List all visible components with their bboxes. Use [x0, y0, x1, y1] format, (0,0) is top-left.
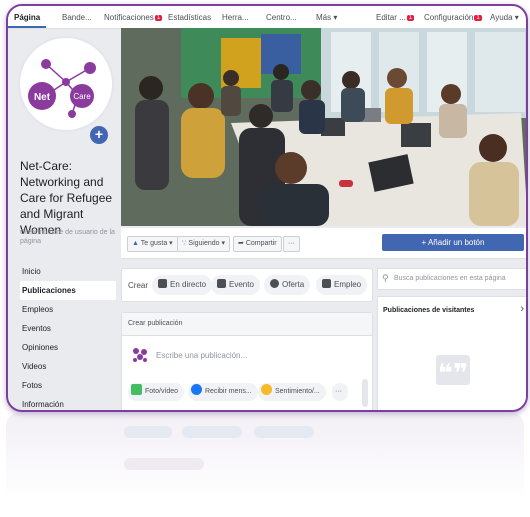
photo-icon [131, 384, 142, 395]
sidebar-item-opiniones[interactable]: Opiniones [20, 338, 116, 357]
facebook-page-window: Página Bande... Notificaciones 1 Estadíst… [6, 4, 528, 412]
job-button[interactable]: Empleo [316, 275, 368, 295]
search-icon: ⚲ [382, 273, 389, 283]
search-placeholder: Busca publicaciones en esta página [394, 275, 506, 282]
sidebar-item-inicio[interactable]: Inicio [20, 262, 116, 281]
visitor-posts-card[interactable]: Publicaciones de visitantes › ❝❞ [377, 296, 526, 410]
edit-badge: 1 [406, 15, 415, 21]
reflection-shape [124, 458, 204, 470]
share-button[interactable]: ➦ Compartir [233, 236, 282, 252]
messenger-icon [191, 384, 202, 395]
page-action-bar: ▲ Te gusta ▾ ∵ Siguiendo ▾ ➦ Compartir ·… [121, 228, 526, 259]
window-reflection [6, 412, 524, 512]
page-post-search[interactable]: ⚲ Busca publicaciones en esta página [377, 268, 526, 290]
share-label: Compartir [245, 240, 277, 247]
offer-button[interactable]: Oferta [264, 275, 311, 295]
create-post-title: Crear publicación [128, 320, 183, 327]
post-more-options-button[interactable]: ··· [332, 383, 348, 401]
reflection-shape [254, 426, 314, 438]
rss-icon: ∵ [182, 240, 187, 247]
get-messages-button[interactable]: Recibir mens... [188, 383, 258, 401]
settings-label: Configuración [424, 13, 474, 22]
settings-badge: 1 [474, 15, 482, 21]
plus-icon[interactable]: + [90, 126, 108, 144]
settings-link[interactable]: Configuración 1 [424, 13, 482, 22]
active-tab-indicator [8, 26, 46, 28]
edit-page-link[interactable]: Editar ... 1 [376, 13, 415, 22]
net-care-logo: Net Care [28, 59, 96, 118]
edit-page-label: Editar ... [376, 13, 406, 22]
page-admin-tabbar: Página Bande... Notificaciones 1 Estadíst… [8, 6, 526, 29]
create-post-header: Crear publicación [122, 313, 372, 336]
logo-net-text: Net [34, 92, 51, 103]
sidebar-item-empleos[interactable]: Empleos [20, 300, 116, 319]
video-camera-icon [158, 279, 167, 288]
photo-video-button[interactable]: Foto/vídeo [128, 383, 185, 401]
notification-badge: 1 [154, 15, 163, 21]
briefcase-icon [322, 279, 331, 288]
job-label: Empleo [334, 280, 362, 289]
feeling-button[interactable]: Sentimiento/... [258, 383, 326, 401]
sidebar-item-fotos[interactable]: Fotos [20, 376, 116, 395]
create-username-link[interactable]: Crear nombre de usuario de la página [20, 228, 116, 246]
cover-photo[interactable] [121, 28, 526, 226]
share-arrow-icon: ➦ [238, 240, 244, 247]
visitor-posts-title: Publicaciones de visitantes [383, 307, 475, 314]
sidebar-item-eventos[interactable]: Eventos [20, 319, 116, 338]
tab-notificaciones[interactable]: Notificaciones 1 [104, 13, 163, 22]
live-video-button[interactable]: En directo [152, 275, 213, 295]
tab-centro[interactable]: Centro... [266, 13, 297, 22]
sidebar-item-informacion[interactable]: Información [20, 395, 116, 410]
sidebar-item-publicaciones[interactable]: Publicaciones [20, 281, 116, 300]
tab-mas[interactable]: Más ▾ [316, 13, 337, 22]
like-button[interactable]: ▲ Te gusta ▾ [127, 236, 178, 252]
thumbs-up-icon: ▲ [132, 240, 139, 247]
event-button[interactable]: Evento [211, 275, 260, 295]
follow-label: Siguiendo ▾ [188, 240, 226, 247]
tab-herramientas[interactable]: Herra... [222, 13, 249, 22]
offer-label: Oferta [282, 280, 305, 289]
tab-notificaciones-label: Notificaciones [104, 13, 154, 22]
live-video-label: En directo [170, 280, 207, 289]
calendar-icon [217, 279, 226, 288]
composer-scrollbar[interactable] [362, 379, 368, 407]
chevron-right-icon[interactable]: › [520, 303, 524, 315]
profile-picture[interactable]: Net Care [18, 36, 114, 132]
cover-meeting-illustration [121, 28, 526, 226]
event-label: Evento [229, 280, 254, 289]
create-label: Crear [128, 281, 149, 290]
logo-care-text: Care [73, 92, 91, 101]
page-title: Net-Care: Networking and Care for Refuge… [20, 159, 113, 237]
photo-video-label: Foto/vídeo [145, 388, 179, 395]
create-post-card: Crear publicación Escribe una publicació… [121, 312, 373, 410]
more-actions-button[interactable]: ··· [283, 236, 300, 252]
like-label: Te gusta ▾ [140, 240, 173, 247]
tab-bandeja[interactable]: Bande... [62, 13, 92, 22]
feeling-label: Sentimiento/... [275, 388, 320, 395]
reflection-shape [124, 426, 172, 438]
tag-icon [270, 279, 279, 288]
get-messages-label: Recibir mens... [205, 388, 252, 395]
tab-estadisticas[interactable]: Estadísticas [168, 13, 211, 22]
create-bar: Crear En directo Evento Oferta Empleo [121, 268, 373, 302]
smiley-icon [261, 384, 272, 395]
sidebar-item-videos[interactable]: Videos [20, 357, 116, 376]
tab-pagina[interactable]: Página [14, 13, 40, 22]
add-button-cta[interactable]: + Añadir un botón [382, 234, 524, 251]
page-avatar-icon [133, 348, 147, 362]
reflection-shape [182, 426, 242, 438]
page-sidebar-nav: Inicio Publicaciones Empleos Eventos Opi… [20, 262, 116, 410]
quote-icon: ❝❞ [436, 355, 470, 388]
help-link[interactable]: Ayuda ▾ [490, 13, 519, 22]
follow-button[interactable]: ∵ Siguiendo ▾ [177, 236, 231, 252]
post-composer-input[interactable]: Escribe una publicación... [156, 351, 247, 360]
